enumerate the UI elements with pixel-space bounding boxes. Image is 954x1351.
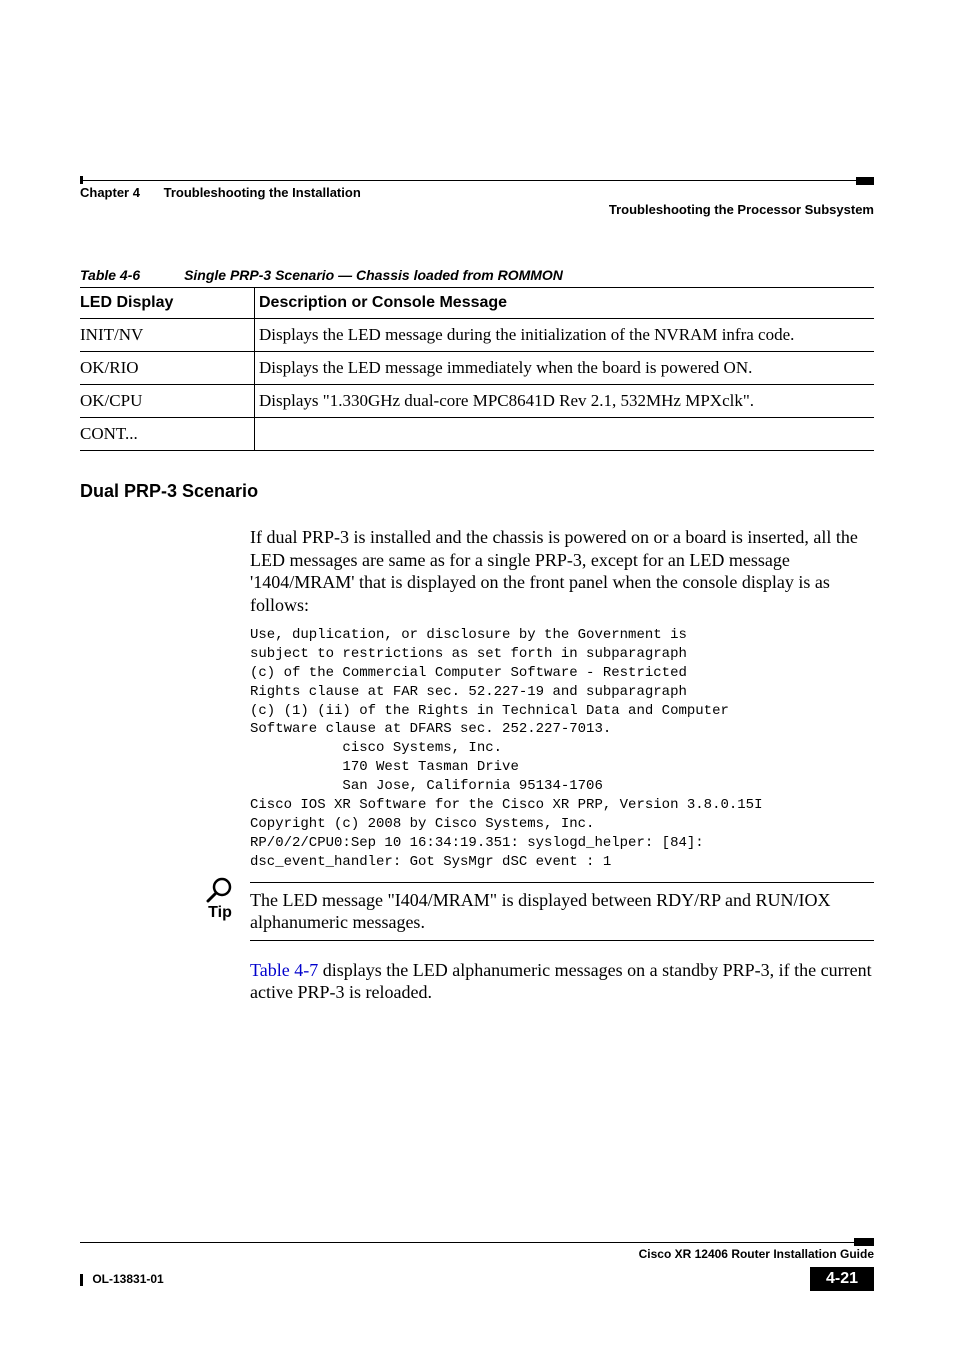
page-number: 4-21 [810,1267,874,1291]
table-cell: Displays the LED message immediately whe… [255,352,875,385]
tip-label: Tip [200,904,240,922]
table-row: OK/RIO Displays the LED message immediat… [80,352,874,385]
table-cell: CONT... [80,418,255,451]
chapter-number: Chapter 4 [80,185,140,200]
footer-left-accent [80,1274,83,1286]
table-cell: INIT/NV [80,319,255,352]
header-accent-left [80,176,83,184]
magnifier-icon [206,876,234,904]
table-title: Single PRP-3 Scenario — Chassis loaded f… [184,267,563,283]
table-cell: OK/RIO [80,352,255,385]
table-header-row: LED Display Description or Console Messa… [80,288,874,319]
table-cell: Displays the LED message during the init… [255,319,875,352]
tip-block: Tip The LED message "I404/MRAM" is displ… [200,882,874,941]
tip-icon: Tip [200,882,240,922]
table-header-cell: LED Display [80,288,255,319]
table-cell: OK/CPU [80,385,255,418]
guide-title: Cisco XR 12406 Router Installation Guide [639,1247,874,1261]
console-output: Use, duplication, or disclosure by the G… [250,626,874,872]
table-header-cell: Description or Console Message [255,288,875,319]
tip-text: The LED message "I404/MRAM" is displayed… [250,882,874,941]
document-id: OL-13831-01 [92,1272,163,1286]
section-heading: Dual PRP-3 Scenario [80,481,874,502]
body-paragraph: If dual PRP-3 is installed and the chass… [250,526,874,616]
table-row: INIT/NV Displays the LED message during … [80,319,874,352]
chapter-title: Troubleshooting the Installation [164,185,361,200]
chapter-header: Chapter 4 Troubleshooting the Installati… [80,180,874,200]
header-accent-right [856,177,874,185]
table-cell: Displays "1.330GHz dual-core MPC8641D Re… [255,385,875,418]
table-row: CONT... [80,418,874,451]
section-header: Troubleshooting the Processor Subsystem [80,202,874,217]
table-cell [255,418,875,451]
table-number: Table 4-6 [80,267,140,283]
table-caption: Table 4-6 Single PRP-3 Scenario — Chassi… [80,267,874,283]
body-text: displays the LED alphanumeric messages o… [250,960,872,1003]
footer-accent [854,1238,874,1246]
body-paragraph: Table 4-7 displays the LED alphanumeric … [250,959,874,1004]
table-reference-link[interactable]: Table 4-7 [250,960,318,980]
table-row: OK/CPU Displays "1.330GHz dual-core MPC8… [80,385,874,418]
led-table: LED Display Description or Console Messa… [80,287,874,451]
page-footer: Cisco XR 12406 Router Installation Guide… [80,1242,874,1291]
